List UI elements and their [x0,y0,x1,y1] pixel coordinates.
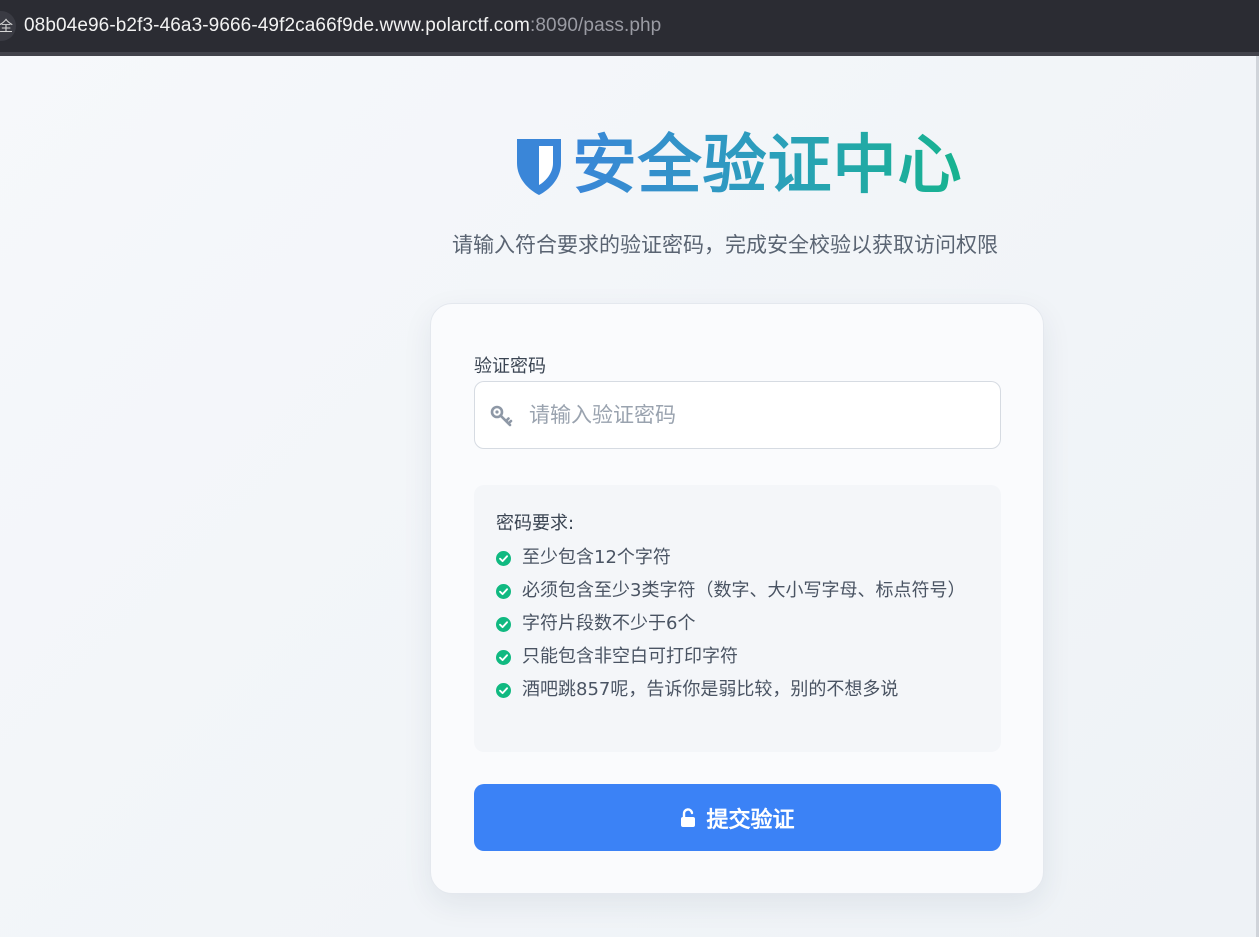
check-circle-icon [496,683,511,698]
key-icon [490,405,513,427]
site-security-indicator[interactable]: 全 [0,11,16,41]
requirements-list: 至少包含12个字符 必须包含至少3类字符（数字、大小写字母、标点符号） 字符片段… [496,545,976,710]
check-circle-icon [496,551,511,566]
page-header: 安全验证中心 [0,128,1259,204]
password-label: 验证密码 [474,356,546,377]
requirement-text: 字符片段数不少于6个 [522,613,696,634]
check-circle-icon [496,650,511,665]
requirement-item: 字符片段数不少于6个 [496,611,976,637]
page-subtitle: 请输入符合要求的验证密码，完成安全校验以获取访问权限 [452,233,998,257]
requirement-text: 只能包含非空白可打印字符 [522,646,738,667]
url-path: :8090/pass.php [529,15,662,36]
check-circle-icon [496,617,511,632]
requirement-item: 必须包含至少3类字符（数字、大小写字母、标点符号） [496,578,976,604]
requirement-item: 只能包含非空白可打印字符 [496,644,976,670]
requirement-item: 酒吧跳857呢，告诉你是弱比较，别的不想多说 [496,677,976,703]
submit-label: 提交验证 [706,807,795,833]
submit-button[interactable]: 提交验证 [474,784,1001,851]
unlock-icon [681,807,696,827]
page-title: 安全验证中心 [572,129,963,203]
requirements-title: 密码要求: [496,513,575,534]
shield-icon [516,139,561,195]
requirement-text: 至少包含12个字符 [522,547,671,568]
url-field[interactable]: 08b04e96-b2f3-46a3-9666-49f2ca66f9de.www… [24,15,661,37]
password-field[interactable] [474,381,1001,449]
url-host: 08b04e96-b2f3-46a3-9666-49f2ca66f9de.www… [24,15,530,36]
toolbar-divider [0,52,1259,56]
password-input[interactable] [529,382,989,448]
requirement-text: 必须包含至少3类字符（数字、大小写字母、标点符号） [522,580,966,601]
requirement-text: 酒吧跳857呢，告诉你是弱比较，别的不想多说 [522,679,899,700]
browser-address-bar: 全 08b04e96-b2f3-46a3-9666-49f2ca66f9de.w… [0,0,1259,52]
verification-card: 验证密码 密码要求: 至少包含12个字符 必须包含至少3类字符（数字、大小写字母… [430,303,1044,894]
requirement-item: 至少包含12个字符 [496,545,976,571]
site-security-label: 全 [0,19,13,35]
check-circle-icon [496,584,511,599]
password-requirements: 密码要求: 至少包含12个字符 必须包含至少3类字符（数字、大小写字母、标点符号… [474,485,1001,752]
